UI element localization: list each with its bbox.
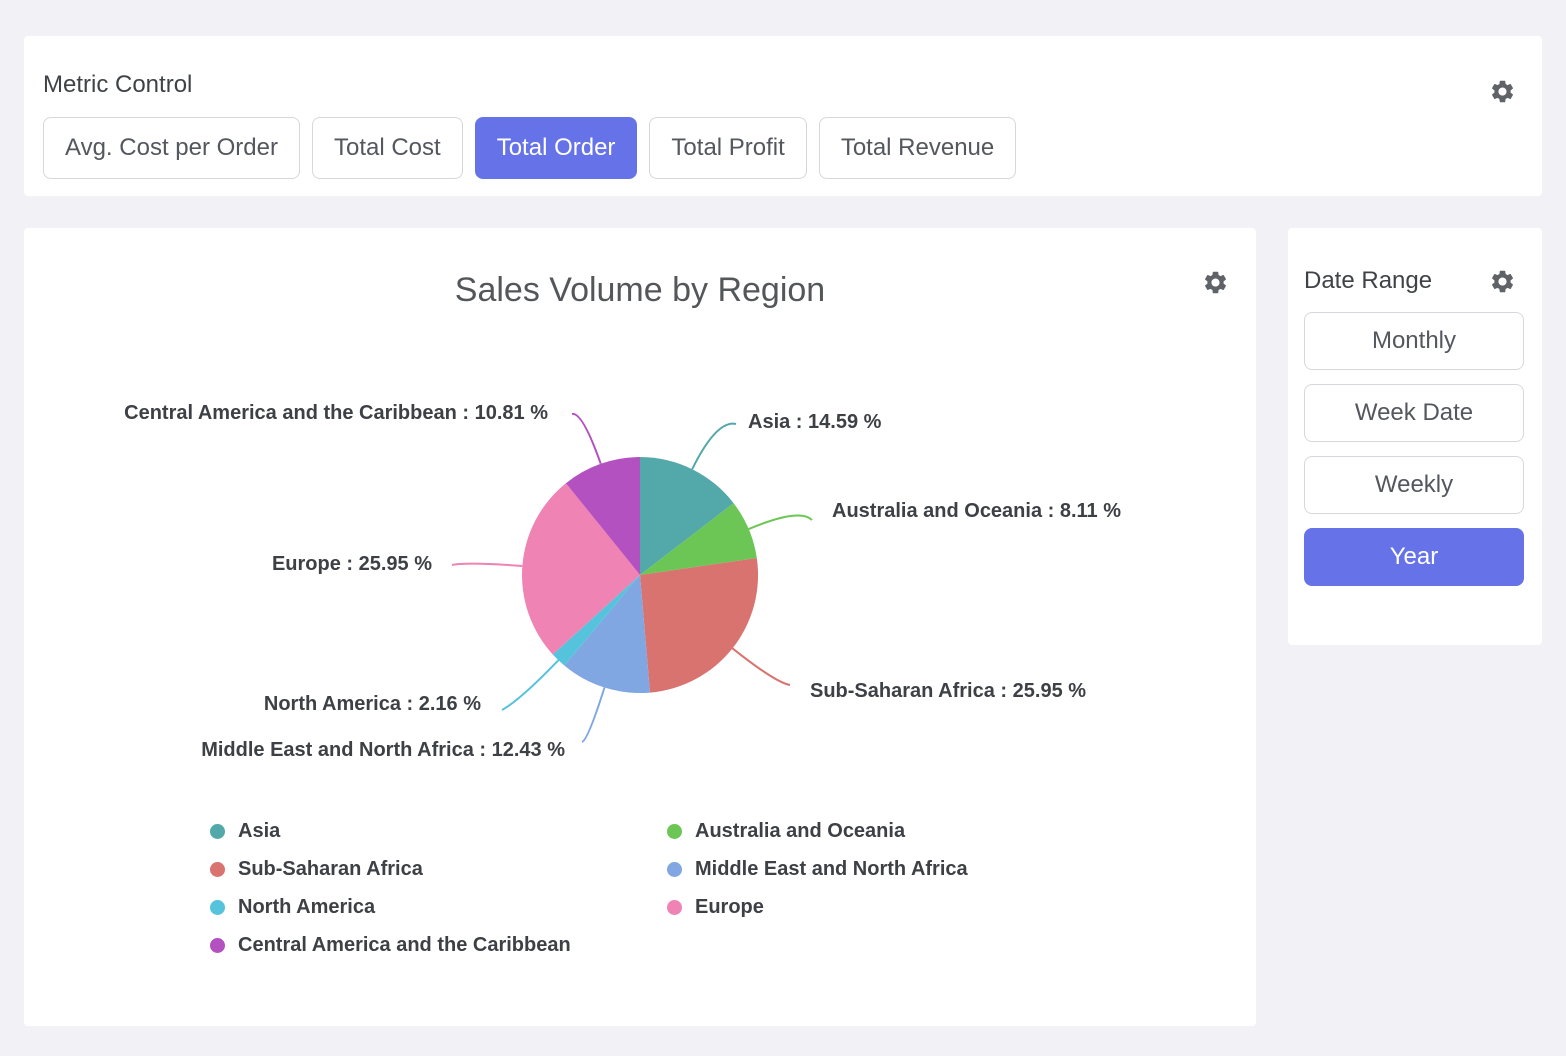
date-range-button-year[interactable]: Year	[1304, 528, 1524, 586]
gear-glyph	[1489, 78, 1516, 105]
metric-button-avg-cost-per-order[interactable]: Avg. Cost per Order	[43, 117, 300, 179]
legend-item-australia-and-oceania[interactable]: Australia and Oceania	[667, 812, 1256, 850]
pie-label-line-middle-east-and-north-africa	[582, 688, 605, 743]
date-range-button-week-date[interactable]: Week Date	[1304, 384, 1524, 442]
chart-legend: Asia Australia and Oceania Sub-Saharan Afr…	[210, 812, 1256, 964]
dashboard-page: Metric Control Avg. Cost per OrderTotal …	[0, 0, 1566, 1026]
pie-chart: Asia : 14.59 % Australia and Oceania : 8.…	[24, 348, 1256, 788]
pie-label-line-sub-saharan-africa	[732, 648, 790, 685]
pie-label-line-europe	[452, 564, 522, 566]
legend-label: Australia and Oceania	[695, 820, 905, 843]
pie-label-asia: Asia : 14.59 %	[748, 411, 882, 433]
pie-label-line-north-america	[502, 660, 558, 710]
metric-control-title: Metric Control	[43, 71, 1523, 99]
legend-dot-icon	[210, 824, 225, 839]
main-row: Sales Volume by Region Asia : 14.59 % Aus…	[24, 228, 1542, 1026]
pie-label-europe: Europe : 25.95 %	[272, 553, 432, 575]
date-range-button-monthly[interactable]: Monthly	[1304, 312, 1524, 370]
legend-dot-icon	[667, 824, 682, 839]
legend-dot-icon	[667, 862, 682, 877]
legend-label: Sub-Saharan Africa	[238, 858, 423, 881]
legend-item-europe[interactable]: Europe	[667, 888, 1256, 926]
legend-label: Middle East and North Africa	[695, 858, 968, 881]
pie-label-north-america: North America : 2.16 %	[264, 693, 481, 715]
metric-button-total-order[interactable]: Total Order	[475, 117, 638, 179]
metric-button-total-revenue[interactable]: Total Revenue	[819, 117, 1016, 179]
sales-volume-chart-panel: Sales Volume by Region Asia : 14.59 % Aus…	[24, 228, 1256, 1026]
pie-label-line-central-america-and-the-caribbean	[572, 414, 601, 464]
pie-label-middle-east-and-north-africa: Middle East and North Africa : 12.43 %	[201, 739, 565, 761]
pie-label-central-america-and-the-caribbean: Central America and the Caribbean : 10.8…	[124, 402, 548, 424]
gear-glyph	[1202, 269, 1229, 296]
legend-item-north-america[interactable]: North America	[210, 888, 667, 926]
legend-label: Europe	[695, 896, 764, 919]
pie-label-australia-and-oceania: Australia and Oceania : 8.11 %	[832, 500, 1121, 522]
metric-button-group: Avg. Cost per OrderTotal CostTotal Order…	[43, 117, 1523, 179]
pie-label-line-asia	[692, 424, 736, 470]
metric-button-total-cost[interactable]: Total Cost	[312, 117, 463, 179]
date-range-button-group: Monthly Week Date Weekly Year	[1304, 312, 1526, 586]
legend-item-sub-saharan-africa[interactable]: Sub-Saharan Africa	[210, 850, 667, 888]
legend-item-asia[interactable]: Asia	[210, 812, 667, 850]
legend-label: Central America and the Caribbean	[238, 934, 571, 957]
date-range-gear-icon[interactable]	[1489, 268, 1516, 295]
pie-label-sub-saharan-africa: Sub-Saharan Africa : 25.95 %	[810, 680, 1086, 702]
metric-button-total-profit[interactable]: Total Profit	[649, 117, 806, 179]
date-range-button-weekly[interactable]: Weekly	[1304, 456, 1524, 514]
legend-item-middle-east-and-north-africa[interactable]: Middle East and North Africa	[667, 850, 1256, 888]
legend-label: North America	[238, 896, 375, 919]
chart-title: Sales Volume by Region	[24, 266, 1256, 314]
chart-gear-icon[interactable]	[1202, 269, 1229, 296]
legend-item-central-america-and-the-caribbean[interactable]: Central America and the Caribbean	[210, 926, 667, 964]
legend-dot-icon	[667, 900, 682, 915]
pie-label-line-australia-and-oceania	[749, 516, 812, 530]
metric-control-panel: Metric Control Avg. Cost per OrderTotal …	[24, 36, 1542, 196]
legend-label: Asia	[238, 820, 280, 843]
legend-dot-icon	[210, 938, 225, 953]
gear-glyph	[1489, 268, 1516, 295]
pie-slice-sub-saharan-africa[interactable]	[640, 558, 758, 693]
date-range-panel: Date Range MonthlyWeek DateWeeklyYear	[1288, 228, 1542, 645]
legend-dot-icon	[210, 900, 225, 915]
legend-dot-icon	[210, 862, 225, 877]
metric-control-gear-icon[interactable]	[1489, 78, 1516, 105]
